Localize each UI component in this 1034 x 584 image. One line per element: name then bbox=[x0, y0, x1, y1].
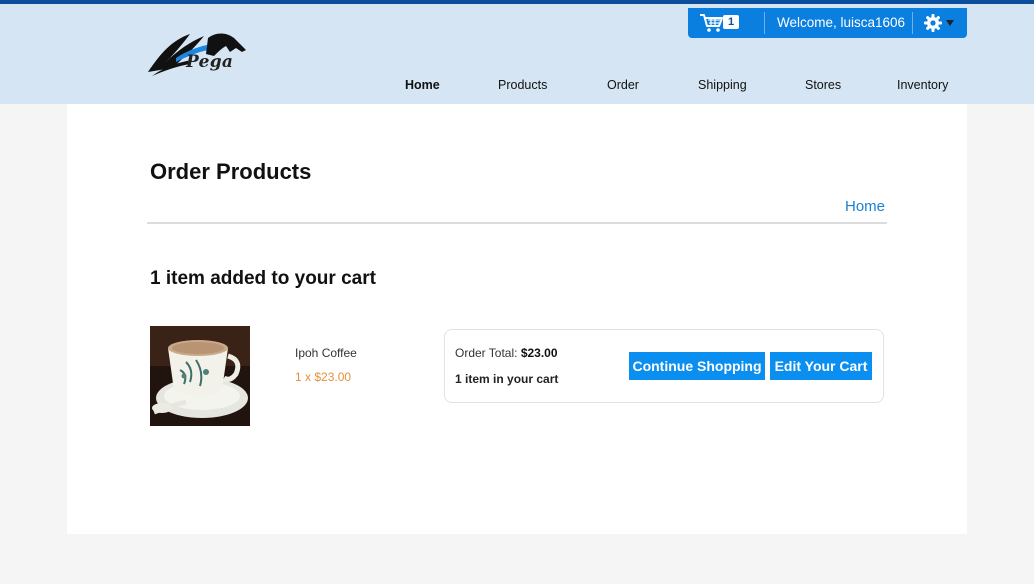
shopping-cart-icon[interactable] bbox=[699, 13, 723, 33]
product-name[interactable]: Ipoh Coffee bbox=[295, 346, 357, 360]
cart-added-message: 1 item added to your cart bbox=[150, 268, 376, 289]
order-summary-box: Order Total: $23.00 1 item in your cart … bbox=[444, 329, 884, 403]
nav-products[interactable]: Products bbox=[498, 78, 547, 94]
cart-item-count: 1 item in your cart bbox=[455, 372, 559, 386]
continue-shopping-button[interactable]: Continue Shopping bbox=[629, 352, 765, 380]
welcome-text: Welcome, luisca1606 bbox=[777, 15, 906, 30]
nav-home[interactable]: Home bbox=[405, 78, 440, 94]
user-toolbar: 1 Welcome, luisca1606 bbox=[688, 8, 967, 38]
edit-cart-button[interactable]: Edit Your Cart bbox=[770, 352, 872, 380]
nav-inventory[interactable]: Inventory bbox=[897, 78, 948, 94]
toolbar-divider bbox=[764, 12, 765, 34]
nav-order[interactable]: Order bbox=[607, 78, 639, 94]
gear-icon[interactable] bbox=[923, 13, 943, 33]
site-header: Pega 1 Welcome, luisca1606 Home Products… bbox=[0, 4, 1034, 104]
cart-count-badge[interactable]: 1 bbox=[723, 15, 739, 29]
product-qty-price: 1 x $23.00 bbox=[295, 370, 352, 384]
order-total-label: Order Total: bbox=[455, 346, 518, 360]
nav-shipping[interactable]: Shipping bbox=[698, 78, 747, 94]
breadcrumb-home-link[interactable]: Home bbox=[845, 198, 885, 215]
nav-stores[interactable]: Stores bbox=[805, 78, 841, 94]
order-total: Order Total: $23.00 bbox=[455, 346, 558, 360]
logo-text: Pega bbox=[186, 52, 234, 72]
page-title: Order Products bbox=[150, 159, 312, 184]
pega-logo[interactable]: Pega bbox=[146, 28, 250, 80]
chevron-down-icon[interactable] bbox=[946, 20, 954, 26]
order-total-value: $23.00 bbox=[520, 346, 558, 360]
product-image bbox=[150, 326, 250, 426]
main-content: Order Products Home 1 item added to your… bbox=[67, 104, 967, 534]
toolbar-divider bbox=[912, 12, 913, 34]
title-divider bbox=[147, 222, 887, 224]
